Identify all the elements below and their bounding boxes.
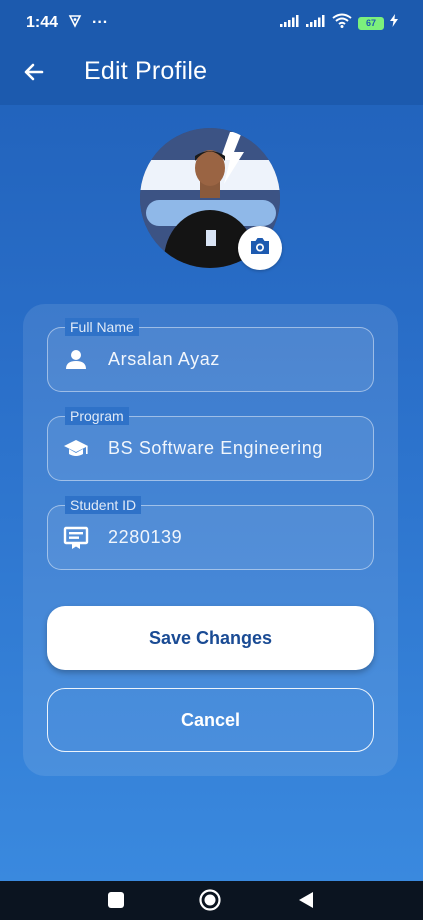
app-bar: 1:44 ··· 67 Edit Profile bbox=[0, 0, 423, 105]
recent-apps-icon[interactable] bbox=[107, 891, 125, 914]
program-field[interactable]: Program BS Software Engineering bbox=[47, 407, 374, 481]
program-label: Program bbox=[65, 407, 129, 425]
save-changes-button[interactable]: Save Changes bbox=[47, 606, 374, 670]
program-value: BS Software Engineering bbox=[108, 438, 323, 458]
back-nav-icon[interactable] bbox=[297, 891, 315, 914]
status-right: 67 bbox=[280, 13, 398, 33]
cancel-button[interactable]: Cancel bbox=[47, 688, 374, 752]
full-name-field[interactable]: Full Name Arsalan Ayaz bbox=[47, 318, 374, 392]
status-bar: 1:44 ··· 67 bbox=[0, 8, 423, 38]
full-name-label: Full Name bbox=[65, 318, 139, 336]
vpn-icon bbox=[68, 14, 82, 33]
wifi-icon bbox=[332, 13, 352, 33]
badge-icon bbox=[63, 526, 89, 550]
signal-icon-2 bbox=[306, 14, 326, 32]
home-icon[interactable] bbox=[199, 889, 221, 916]
avatar-section bbox=[140, 128, 282, 270]
system-nav-bar bbox=[0, 881, 423, 920]
student-id-field[interactable]: Student ID 2280139 bbox=[47, 496, 374, 570]
school-icon bbox=[63, 437, 89, 461]
student-id-value: 2280139 bbox=[108, 527, 183, 547]
charging-icon bbox=[390, 14, 398, 32]
status-more: ··· bbox=[92, 14, 109, 31]
status-left: 1:44 ··· bbox=[26, 14, 108, 33]
person-icon bbox=[63, 348, 89, 372]
full-name-value: Arsalan Ayaz bbox=[108, 349, 220, 369]
camera-icon bbox=[249, 236, 271, 261]
change-photo-button[interactable] bbox=[238, 226, 282, 270]
student-id-label: Student ID bbox=[65, 496, 142, 514]
title-row: Edit Profile bbox=[0, 50, 423, 94]
battery-icon: 67 bbox=[358, 16, 384, 30]
signal-icon bbox=[280, 14, 300, 32]
page-title: Edit Profile bbox=[84, 57, 208, 85]
back-arrow-icon[interactable] bbox=[20, 58, 48, 86]
status-time: 1:44 bbox=[26, 14, 59, 31]
